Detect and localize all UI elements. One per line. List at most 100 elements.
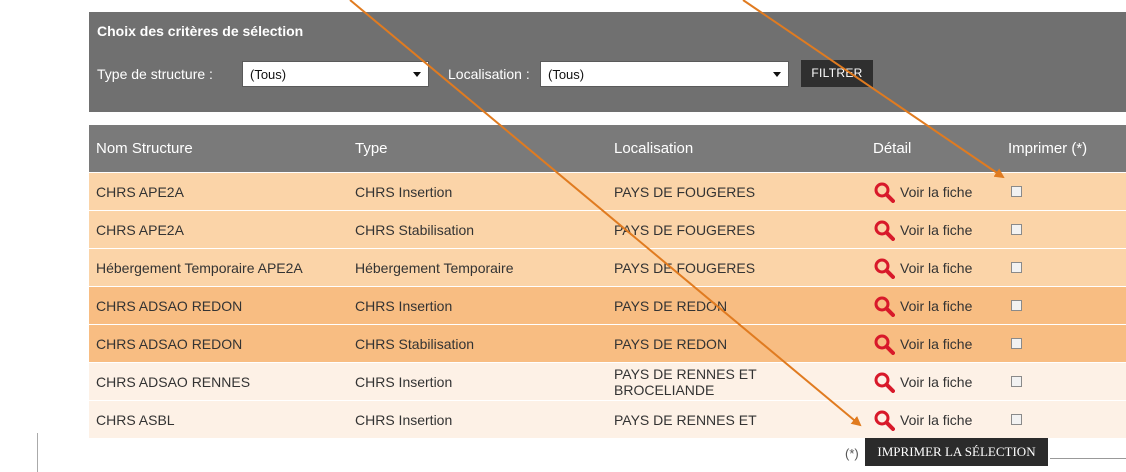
table-header-row: Nom Structure Type Localisation Détail I… — [89, 125, 1126, 173]
cell-imprimer — [1001, 324, 1126, 363]
voir-fiche-link[interactable]: Voir la fiche — [873, 371, 1001, 393]
print-checkbox[interactable] — [1011, 223, 1022, 235]
cell-nom-structure: CHRS ADSAO REDON — [89, 286, 348, 325]
cell-nom-structure: CHRS APE2A — [89, 172, 348, 211]
cell-type: CHRS Insertion — [348, 286, 607, 325]
cell-imprimer — [1001, 362, 1126, 401]
cell-type: CHRS Insertion — [348, 362, 607, 401]
voir-fiche-link[interactable]: Voir la fiche — [873, 219, 1001, 241]
table-row: CHRS APE2A CHRS Stabilisation PAYS DE FOUG… — [89, 210, 1126, 249]
cell-detail: Voir la fiche — [866, 172, 1001, 211]
voir-fiche-label: Voir la fiche — [900, 373, 973, 390]
search-icon — [874, 258, 895, 279]
print-checkbox[interactable] — [1011, 299, 1022, 311]
header-localisation: Localisation — [607, 125, 866, 173]
table-row: CHRS ASBL CHRS Insertion PAYS DE RENNES ET… — [89, 400, 1126, 438]
cell-detail: Voir la fiche — [866, 210, 1001, 249]
results-table: Nom Structure Type Localisation Détail I… — [89, 125, 1126, 438]
search-icon — [874, 334, 895, 355]
print-checkbox[interactable] — [1011, 337, 1022, 349]
localisation-value: (Tous) — [548, 67, 585, 82]
cell-imprimer — [1001, 286, 1126, 325]
search-icon — [874, 410, 895, 431]
cell-imprimer — [1001, 248, 1126, 287]
voir-fiche-label: Voir la fiche — [900, 259, 973, 276]
cell-localisation: PAYS DE FOUGERES — [607, 210, 866, 249]
voir-fiche-label: Voir la fiche — [900, 183, 973, 200]
dropdown-arrow-icon — [413, 72, 421, 77]
cell-imprimer — [1001, 172, 1126, 211]
type-structure-value: (Tous) — [250, 67, 287, 82]
localisation-cell-text: PAYS DE REDON — [614, 335, 728, 352]
search-icon — [874, 372, 895, 393]
table-row: CHRS ADSAO REDON CHRS Insertion PAYS DE RE… — [89, 286, 1126, 325]
localisation-label: Localisation : — [448, 66, 530, 82]
cell-imprimer — [1001, 210, 1126, 249]
print-checkbox[interactable] — [1011, 261, 1022, 273]
search-icon — [874, 296, 895, 317]
filter-title: Choix des critères de sélection — [97, 23, 304, 39]
voir-fiche-link[interactable]: Voir la fiche — [873, 181, 1001, 203]
cell-type: CHRS Insertion — [348, 400, 607, 438]
print-checkbox[interactable] — [1011, 185, 1022, 197]
cell-type: CHRS Stabilisation — [348, 210, 607, 249]
cell-nom-structure: CHRS ASBL — [89, 400, 348, 438]
cell-localisation: PAYS DE REDON — [607, 286, 866, 325]
print-checkbox[interactable] — [1011, 375, 1022, 387]
print-checkbox[interactable] — [1011, 413, 1022, 425]
cell-nom-structure: Hébergement Temporaire APE2A — [89, 248, 348, 287]
voir-fiche-link[interactable]: Voir la fiche — [873, 333, 1001, 355]
filter-button[interactable]: FILTRER — [801, 60, 873, 87]
header-imprimer: Imprimer (*) — [1001, 125, 1126, 173]
type-structure-label: Type de structure : — [97, 66, 213, 82]
table-row: CHRS APE2A CHRS Insertion PAYS DE FOUGERES… — [89, 172, 1126, 211]
cell-nom-structure: CHRS ADSAO REDON — [89, 324, 348, 363]
localisation-cell-text: PAYS DE REDON — [614, 297, 728, 314]
localisation-cell-text: PAYS DE FOUGERES — [614, 259, 756, 276]
cell-localisation: PAYS DE RENNES ET BROCELIANDE — [607, 362, 866, 401]
table-row: CHRS ADSAO REDON CHRS Stabilisation PAYS D… — [89, 324, 1126, 363]
table-row: CHRS ADSAO RENNES CHRS Insertion PAYS DE R… — [89, 362, 1126, 401]
localisation-select[interactable]: (Tous) — [540, 61, 789, 87]
cell-localisation: PAYS DE FOUGERES — [607, 172, 866, 211]
dropdown-arrow-icon — [773, 72, 781, 77]
footer-divider — [1050, 458, 1126, 459]
cell-localisation: PAYS DE REDON — [607, 324, 866, 363]
search-icon — [874, 220, 895, 241]
voir-fiche-link[interactable]: Voir la fiche — [873, 257, 1001, 279]
cell-detail: Voir la fiche — [866, 362, 1001, 401]
voir-fiche-label: Voir la fiche — [900, 221, 973, 238]
cell-detail: Voir la fiche — [866, 324, 1001, 363]
localisation-cell-text-2: BROCELIANDE — [614, 381, 715, 398]
voir-fiche-label: Voir la fiche — [900, 411, 973, 428]
footnote-marker: (*) — [845, 446, 859, 461]
cell-detail: Voir la fiche — [866, 286, 1001, 325]
left-divider — [37, 433, 38, 472]
cell-imprimer — [1001, 400, 1126, 438]
type-structure-select[interactable]: (Tous) — [242, 61, 429, 87]
cell-nom-structure: CHRS APE2A — [89, 210, 348, 249]
header-detail: Détail — [866, 125, 1001, 173]
cell-detail: Voir la fiche — [866, 248, 1001, 287]
localisation-cell-text: PAYS DE FOUGERES — [614, 221, 756, 238]
cell-localisation: PAYS DE RENNES ET — [607, 400, 866, 438]
voir-fiche-label: Voir la fiche — [900, 297, 973, 314]
table-row: Hébergement Temporaire APE2A Hébergement … — [89, 248, 1126, 287]
cell-nom-structure: CHRS ADSAO RENNES — [89, 362, 348, 401]
localisation-cell-text: PAYS DE FOUGERES — [614, 183, 756, 200]
voir-fiche-label: Voir la fiche — [900, 335, 973, 352]
cell-localisation: PAYS DE FOUGERES — [607, 248, 866, 287]
cell-type: CHRS Insertion — [348, 172, 607, 211]
localisation-cell-text: PAYS DE RENNES ET — [614, 411, 757, 428]
search-icon — [874, 182, 895, 203]
header-type: Type — [348, 125, 607, 173]
filter-panel: Choix des critères de sélection Type de … — [89, 12, 1126, 112]
cell-type: Hébergement Temporaire — [348, 248, 607, 287]
voir-fiche-link[interactable]: Voir la fiche — [873, 295, 1001, 317]
localisation-cell-text: PAYS DE RENNES ET — [614, 365, 757, 382]
header-nom-structure: Nom Structure — [89, 125, 348, 173]
voir-fiche-link[interactable]: Voir la fiche — [873, 409, 1001, 431]
print-selection-button[interactable]: IMPRIMER LA SÉLECTION — [865, 438, 1048, 466]
cell-type: CHRS Stabilisation — [348, 324, 607, 363]
cell-detail: Voir la fiche — [866, 400, 1001, 438]
